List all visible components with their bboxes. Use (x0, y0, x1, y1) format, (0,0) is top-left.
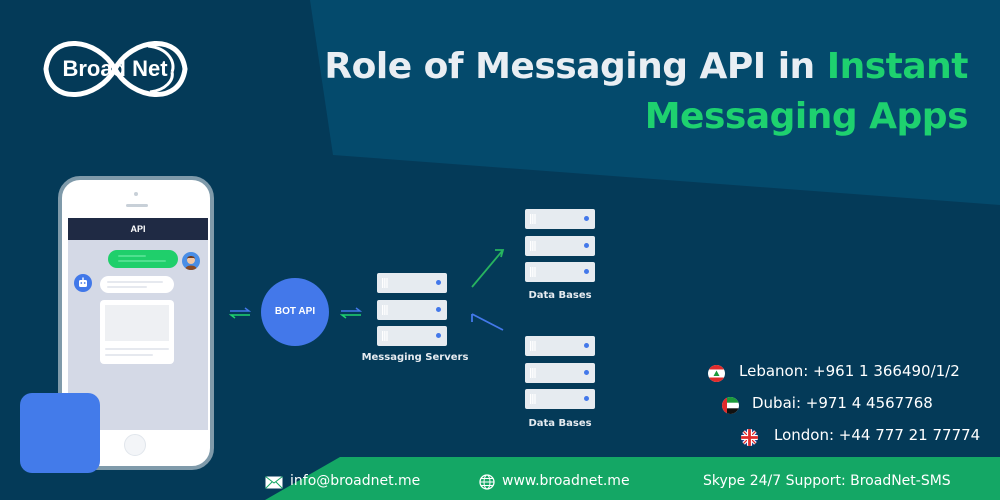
incoming-message-bubble (100, 276, 174, 293)
logo-text: Broad Net (62, 56, 168, 81)
footer-skype-support: Skype 24/7 Support: BroadNet-SMS (703, 473, 951, 489)
footer-email-link[interactable]: info@broadnet.me (290, 473, 420, 489)
phone-camera (134, 192, 138, 196)
rich-card-message (100, 300, 174, 364)
flow-arrows (471, 249, 505, 331)
contact-lebanon: Lebanon: +961 1 366490/1/2 (739, 362, 960, 380)
globe-icon (479, 474, 495, 490)
robot-icon (74, 274, 92, 292)
card-image-placeholder (105, 305, 169, 341)
database-unit (525, 336, 595, 356)
bidirectional-arrow-icon (340, 307, 362, 319)
title-line1-green: Instant (826, 46, 969, 87)
lebanon-flag-icon (708, 365, 725, 382)
phone-speaker (126, 204, 148, 207)
phone-home-button (124, 434, 146, 456)
database-unit (525, 363, 595, 383)
outgoing-message-bubble (108, 250, 178, 268)
contact-london: London: +44 777 21 77774 (774, 426, 981, 444)
title-line1-white: Role of Messaging API in (324, 46, 827, 87)
server-unit (377, 326, 447, 346)
arrow-up-right-icon (471, 249, 505, 288)
database-unit (525, 389, 595, 409)
uk-flag-icon (741, 429, 758, 446)
databases-top-label: Data Bases (528, 290, 592, 301)
broadnet-logo[interactable]: Broad Net (38, 28, 193, 110)
messaging-servers-label: Messaging Servers (361, 352, 469, 363)
decorative-blue-square (20, 393, 100, 473)
contact-dubai: Dubai: +971 4 4567768 (752, 394, 933, 412)
mail-icon (265, 476, 283, 489)
server-unit (377, 273, 447, 293)
arrow-up-left-icon (471, 313, 504, 331)
page-title: Role of Messaging API in Instant Messagi… (324, 42, 968, 142)
server-unit (377, 300, 447, 320)
bidirectional-arrow-icon (229, 307, 251, 319)
title-line2-green: Messaging Apps (644, 96, 969, 137)
footer-website-link[interactable]: www.broadnet.me (502, 473, 630, 489)
chat-header: API (68, 218, 208, 240)
user-avatar-icon (182, 252, 200, 270)
database-unit (525, 236, 595, 256)
database-unit (525, 262, 595, 282)
database-unit (525, 209, 595, 229)
bot-api-node: BOT API (261, 278, 329, 346)
uae-flag-icon (722, 397, 739, 414)
databases-bottom-label: Data Bases (528, 418, 592, 429)
